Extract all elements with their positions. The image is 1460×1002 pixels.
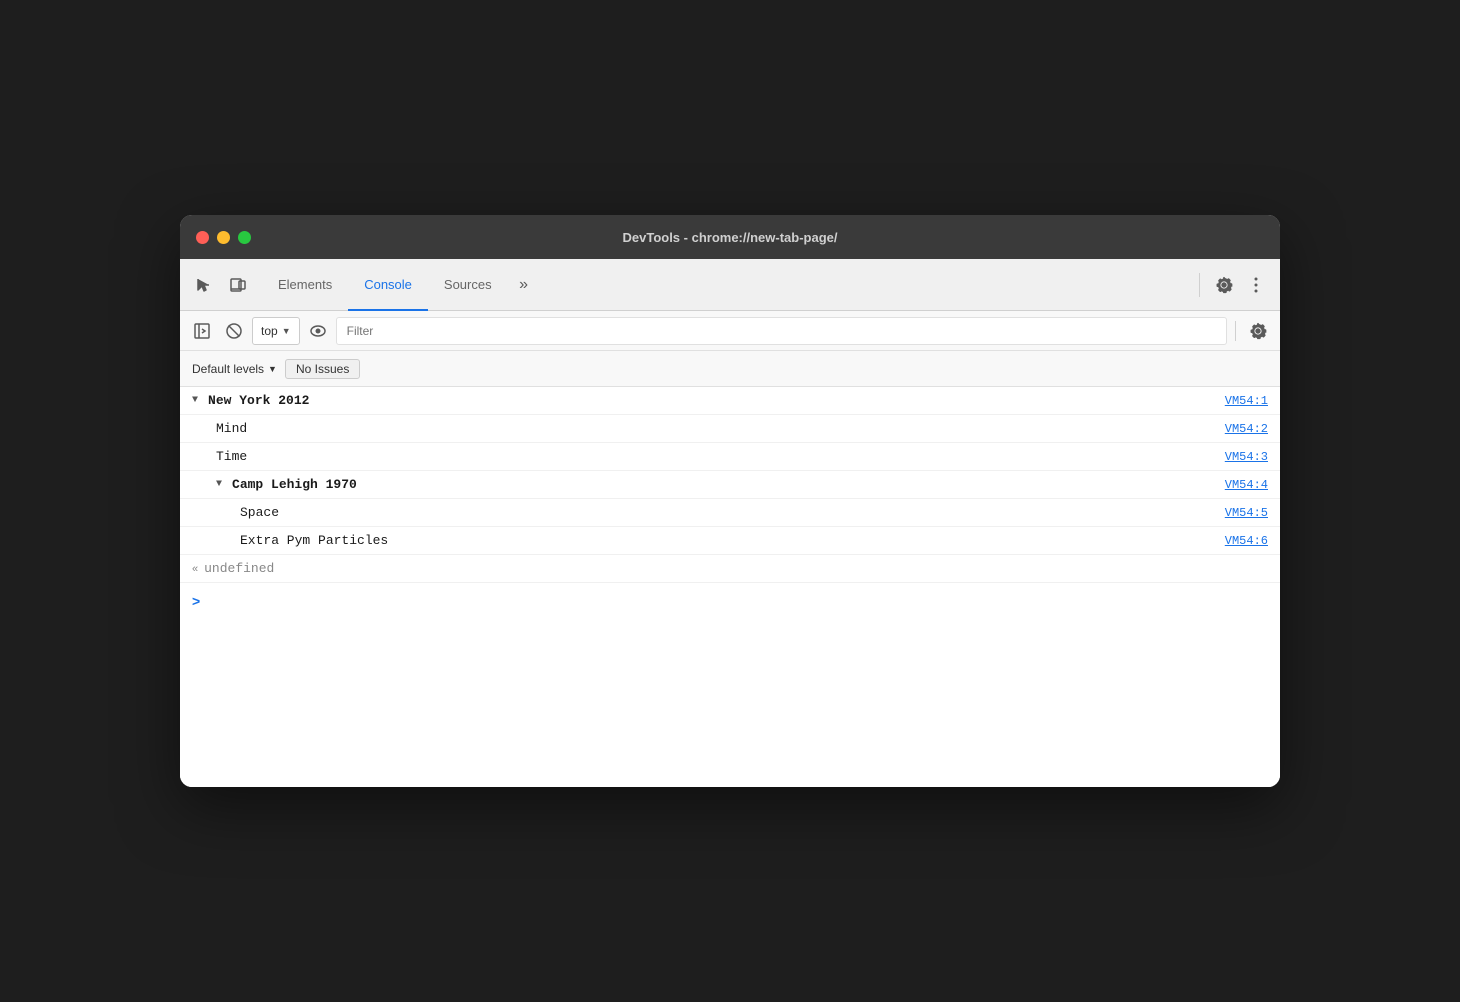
device-toggle-button[interactable] [222,269,254,301]
no-issues-button[interactable]: No Issues [285,359,360,379]
devtools-body: Elements Console Sources » [180,259,1280,787]
default-levels-button[interactable]: Default levels ▼ [192,362,277,376]
source-link[interactable]: VM54:1 [1225,394,1268,408]
tabs-row: Elements Console Sources » [180,259,1280,311]
dropdown-arrow-icon: ▼ [282,326,291,336]
group-label: New York 2012 [208,393,309,408]
table-row[interactable]: ▼ Camp Lehigh 1970 VM54:4 [180,471,1280,499]
sidebar-toggle-button[interactable] [188,317,216,345]
levels-row: Default levels ▼ No Issues [180,351,1280,387]
console-settings-button[interactable] [1244,317,1272,345]
divider [1199,273,1200,297]
maximize-button[interactable] [238,231,251,244]
table-row[interactable]: ▼ New York 2012 VM54:1 [180,387,1280,415]
row-content: ▼ Camp Lehigh 1970 [216,477,1225,492]
row-content: Space [240,505,1225,520]
undefined-row: « undefined [180,555,1280,583]
minimize-button[interactable] [217,231,230,244]
row-content: Extra Pym Particles [240,533,1225,548]
titlebar: DevTools - chrome://new-tab-page/ [180,215,1280,259]
item-label: Mind [216,421,247,436]
row-content: ▼ New York 2012 [192,393,1225,408]
table-row[interactable]: Mind VM54:2 [180,415,1280,443]
filter-input[interactable] [336,317,1227,345]
row-content: Mind [216,421,1225,436]
more-tabs-button[interactable]: » [508,269,540,301]
more-options-button[interactable] [1240,269,1272,301]
eye-button[interactable] [304,317,332,345]
prompt-row[interactable]: > [180,583,1280,619]
icon-group-left [188,269,254,301]
return-value-icon: « [192,563,198,575]
clear-console-button[interactable] [220,317,248,345]
table-row[interactable]: Extra Pym Particles VM54:6 [180,527,1280,555]
item-label: Extra Pym Particles [240,533,388,548]
tab-sources[interactable]: Sources [428,259,508,311]
toolbar-divider [1235,321,1236,341]
source-link[interactable]: VM54:2 [1225,422,1268,436]
console-output: ▼ New York 2012 VM54:1 Mind VM54:2 Time … [180,387,1280,787]
traffic-lights [196,231,251,244]
settings-button[interactable] [1208,269,1240,301]
levels-dropdown-arrow: ▼ [268,364,277,374]
source-link[interactable]: VM54:6 [1225,534,1268,548]
expand-arrow-icon[interactable]: ▼ [216,479,222,490]
tab-elements[interactable]: Elements [262,259,348,311]
source-link[interactable]: VM54:4 [1225,478,1268,492]
item-label: Space [240,505,279,520]
subgroup-label: Camp Lehigh 1970 [232,477,357,492]
table-row[interactable]: Space VM54:5 [180,499,1280,527]
window-title: DevTools - chrome://new-tab-page/ [622,230,837,245]
console-toolbar: top ▼ [180,311,1280,351]
expand-arrow-icon[interactable]: ▼ [192,395,198,406]
prompt-icon: > [192,593,200,609]
devtools-window: DevTools - chrome://new-tab-page/ [180,215,1280,787]
close-button[interactable] [196,231,209,244]
item-label: Time [216,449,247,464]
tab-console[interactable]: Console [348,259,428,311]
inspect-element-button[interactable] [188,269,220,301]
source-link[interactable]: VM54:3 [1225,450,1268,464]
source-link[interactable]: VM54:5 [1225,506,1268,520]
context-selector[interactable]: top ▼ [252,317,300,345]
table-row[interactable]: Time VM54:3 [180,443,1280,471]
undefined-value: undefined [204,561,274,576]
row-content: Time [216,449,1225,464]
